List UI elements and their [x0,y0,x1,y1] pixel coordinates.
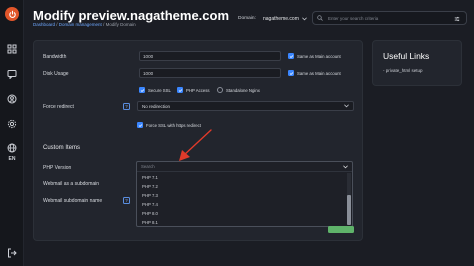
domain-label: Domain: [238,16,256,21]
brand-logo-icon[interactable] [5,7,19,21]
bandwidth-same-as-main-checkbox[interactable]: Same as Main account [288,53,341,59]
force-redirect-help-icon[interactable]: ? [123,103,130,110]
standalone-nginx-label: Standalone Nginx [226,87,260,93]
search-box[interactable] [312,11,467,25]
useful-link-private-html-setup[interactable]: - private_html setup [383,68,423,73]
bandwidth-label: Bandwidth [43,54,67,60]
user-icon[interactable] [7,94,17,104]
php-version-search[interactable]: Search [137,162,352,172]
chevron-down-icon [302,16,307,20]
domain-selector[interactable]: nagatheme.com [263,14,307,23]
chevron-down-icon [343,164,348,168]
disk-usage-label: Disk Usage [43,71,69,77]
disk-usage-same-as-main-checkbox[interactable]: Same as Main account [288,70,341,76]
breadcrumb-dashboard[interactable]: Dashboard [33,22,55,27]
bandwidth-same-as-main-label: Same as Main account [297,53,341,59]
save-button[interactable] [328,226,354,233]
php-access-checkbox[interactable]: PHP Access [177,87,210,93]
php-version-label: PHP Version [43,165,72,171]
php-version-options: PHP 7.1 PHP 7.2 PHP 7.3 PHP 7.4 PHP 8.0 … [137,173,346,226]
disk-usage-same-as-main-label: Same as Main account [297,70,341,76]
scrollbar-thumb[interactable] [347,195,351,225]
globe-icon[interactable] [7,143,17,153]
standalone-nginx-radio[interactable]: Standalone Nginx [217,87,260,93]
language-selector[interactable]: EN [5,156,19,162]
domain-value: nagatheme.com [263,15,299,22]
php-version-option[interactable]: PHP 8.0 [137,209,346,218]
webmail-subdomain-name-help-icon[interactable]: ? [123,197,130,204]
search-icon [317,15,323,21]
breadcrumb-current: Modify Domain [105,22,136,27]
sidebar: EN [0,0,24,266]
page-title: Modify preview.nagatheme.com [33,8,230,23]
webmail-subdomain-name-label: Webmail subdomain name [43,198,103,204]
breadcrumb: Dashboard / Domain management / Modify D… [33,22,136,27]
php-version-option[interactable]: PHP 7.4 [137,200,346,209]
bandwidth-input[interactable]: 1000 [139,51,281,61]
force-redirect-select[interactable]: No redirection [137,101,354,111]
annotation-arrow-icon [179,129,212,161]
checkbox-checked-icon [288,70,294,76]
checkbox-checked-icon [177,87,183,93]
php-access-label: PHP Access [186,87,210,93]
checkbox-checked-icon [137,122,143,128]
logout-icon[interactable] [7,248,17,258]
disk-usage-input[interactable]: 1000 [139,68,281,78]
radio-empty-icon [217,87,223,93]
php-version-option[interactable]: PHP 8.1 [137,218,346,226]
force-redirect-label: Force redirect [43,104,74,110]
useful-links-title: Useful Links [383,51,430,61]
search-input[interactable] [328,15,448,21]
settings-gear-icon[interactable] [7,119,17,129]
top-bar: Modify preview.nagatheme.com Dashboard /… [24,0,474,38]
custom-items-heading: Custom Items [43,145,81,151]
useful-links-panel: Useful Links - private_html setup [372,40,462,86]
force-redirect-value: No redirection [142,103,171,109]
php-version-search-placeholder: Search [141,164,155,169]
messages-icon[interactable] [7,69,17,79]
breadcrumb-domain-management[interactable]: Domain management [59,22,102,27]
chevron-down-icon [344,104,349,108]
php-version-option[interactable]: PHP 7.3 [137,191,346,200]
checkbox-checked-icon [139,87,145,93]
checkbox-checked-icon [288,53,294,59]
secure-ssl-label: Secure SSL [148,87,171,93]
force-ssl-https-label: Force SSL with https redirect [146,122,202,128]
php-version-dropdown[interactable]: Search PHP 7.1 PHP 7.2 PHP 7.3 PHP 7.4 P… [136,161,353,227]
webmail-subdomain-label: Webmail as a subdomain [43,181,100,187]
php-version-option[interactable]: PHP 7.2 [137,182,346,191]
dashboard-grid-icon[interactable] [7,44,17,54]
secure-ssl-checkbox[interactable]: Secure SSL [139,87,171,93]
filter-sliders-icon[interactable] [454,16,460,22]
dropdown-scrollbar[interactable] [347,173,351,225]
php-version-option[interactable]: PHP 7.1 [137,173,346,182]
